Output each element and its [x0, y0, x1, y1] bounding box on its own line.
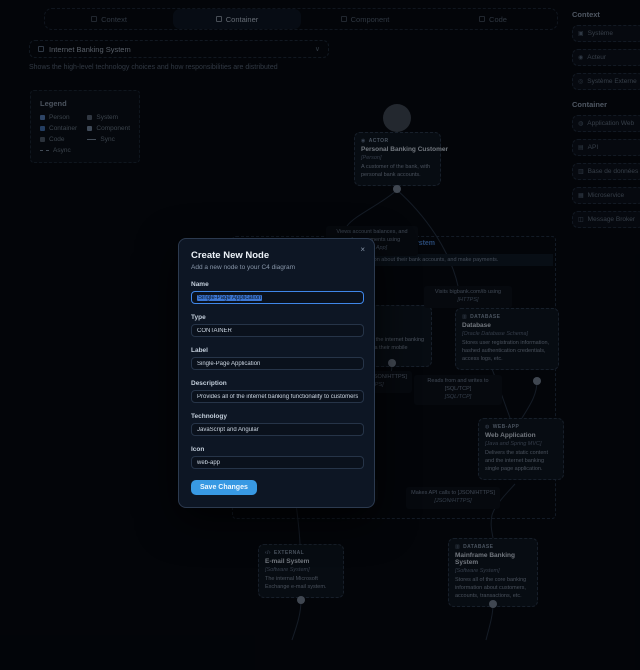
- save-changes-button[interactable]: Save Changes: [191, 480, 257, 495]
- icon-field[interactable]: [191, 456, 364, 469]
- type-field[interactable]: [191, 324, 364, 337]
- type-field-label: Type: [191, 314, 362, 321]
- technology-field-label: Technology: [191, 413, 362, 420]
- modal-title: Create New Node: [191, 250, 362, 261]
- description-field-label: Description: [191, 380, 362, 387]
- app-window: Context Container Component Code Context…: [0, 0, 640, 670]
- create-node-modal: × Create New Node Add a new node to your…: [178, 238, 375, 508]
- technology-field[interactable]: [191, 423, 364, 436]
- modal-subtitle: Add a new node to your C4 diagram: [191, 264, 362, 271]
- selected-text: Single-Page Application: [197, 295, 262, 301]
- label-field[interactable]: [191, 357, 364, 370]
- description-field[interactable]: [191, 390, 364, 403]
- name-field[interactable]: Single-Page Application: [191, 291, 364, 304]
- label-field-label: Label: [191, 347, 362, 354]
- name-field-label: Name: [191, 281, 362, 288]
- close-icon[interactable]: ×: [360, 246, 365, 254]
- icon-field-label: Icon: [191, 446, 362, 453]
